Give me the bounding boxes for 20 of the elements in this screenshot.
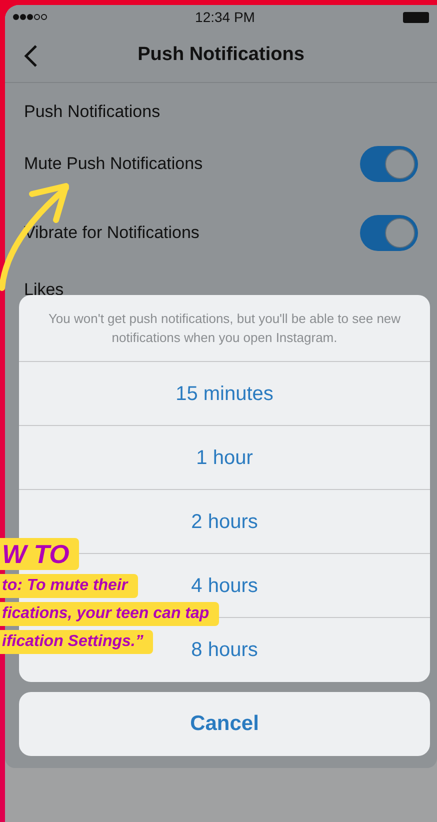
nav-title: Push Notifications xyxy=(138,43,304,68)
setting-label: Mute Push Notifications xyxy=(24,152,203,175)
annotation-text: W TO xyxy=(0,538,80,570)
sheet-option[interactable]: 4 hours xyxy=(191,574,258,596)
sheet-option[interactable]: 8 hours xyxy=(191,639,258,661)
annotation-text: ification Settings.” xyxy=(0,630,154,654)
toggle-switch[interactable] xyxy=(360,146,418,182)
cancel-button[interactable]: Cancel xyxy=(19,692,430,756)
sheet-message: You won't get push notifications, but you'll be able to see new notifications when you open Instagram. xyxy=(19,295,430,362)
annotation-text: to: To mute their xyxy=(0,574,138,598)
back-icon[interactable] xyxy=(24,44,38,68)
sheet-option[interactable]: 15 minutes xyxy=(176,382,274,404)
battery-icon xyxy=(403,12,429,22)
signal-icon xyxy=(13,14,47,20)
toggle-switch[interactable] xyxy=(360,214,418,250)
sheet-option[interactable]: 2 hours xyxy=(191,510,258,532)
section-title: Push Notifications xyxy=(24,101,162,123)
annotation-text: fications, your teen can tap xyxy=(0,602,220,626)
status-time: 12:34 PM xyxy=(195,8,255,26)
sheet-option[interactable]: 1 hour xyxy=(196,446,253,468)
